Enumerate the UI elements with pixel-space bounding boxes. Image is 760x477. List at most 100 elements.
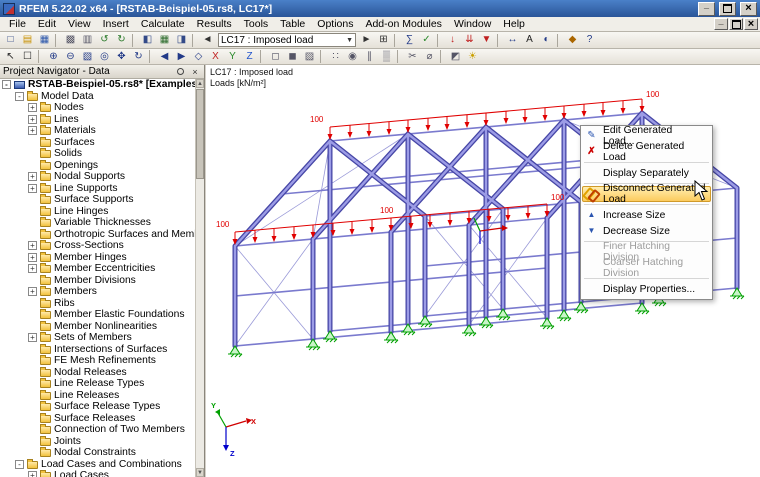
tree-item[interactable]: Connection of Two Members xyxy=(0,424,195,436)
context-menu-item-disconnect-generated-load[interactable]: Disconnect Generated Load xyxy=(582,186,711,202)
mdi-minimize-button[interactable] xyxy=(714,18,728,30)
navigator-scrollbar[interactable]: ▲ ▼ xyxy=(195,79,204,477)
edit-mode-icon[interactable]: ↖ xyxy=(2,49,19,64)
context-menu-item-display-separately[interactable]: Display Separately xyxy=(582,165,711,181)
tree-expander[interactable] xyxy=(28,218,37,227)
tree-item[interactable]: Ribs xyxy=(0,298,195,310)
tree-item[interactable]: + Nodes xyxy=(0,102,195,114)
menu-item[interactable]: Options xyxy=(311,17,359,31)
toolbar-separator[interactable] xyxy=(397,50,402,63)
tree-expander[interactable] xyxy=(28,230,37,239)
tree-expander[interactable]: + xyxy=(28,253,37,262)
background-icon[interactable]: ▒ xyxy=(378,49,395,64)
tree-item[interactable]: + Sets of Members xyxy=(0,332,195,344)
pin-icon[interactable] xyxy=(174,66,186,77)
toolbar-separator[interactable] xyxy=(149,50,154,63)
menu-item[interactable]: View xyxy=(62,17,97,31)
context-menu-item-display-properties[interactable]: Display Properties... xyxy=(582,281,711,297)
minimize-button[interactable] xyxy=(698,2,715,16)
tree-expander[interactable]: + xyxy=(28,241,37,250)
surface-load-icon[interactable]: ▼ xyxy=(478,33,495,48)
isometric-view-icon[interactable]: ◇ xyxy=(190,49,207,64)
print-icon[interactable]: ▩ xyxy=(62,33,79,48)
render-icon[interactable]: ◩ xyxy=(447,49,464,64)
tree-expander[interactable] xyxy=(28,207,37,216)
context-menu-item-increase-size[interactable]: Increase Size xyxy=(582,207,711,223)
tree-expander[interactable] xyxy=(28,425,37,434)
previous-view-icon[interactable]: ◀ xyxy=(156,49,173,64)
help-icon[interactable]: ? xyxy=(581,33,598,48)
tree-expander[interactable]: + xyxy=(28,287,37,296)
tree-item[interactable]: Line Hinges xyxy=(0,206,195,218)
tree-item[interactable]: FE Mesh Refinements xyxy=(0,355,195,367)
visibility-icon[interactable]: ◐ xyxy=(538,33,555,48)
guidelines-icon[interactable]: ∥ xyxy=(361,49,378,64)
tree-expander[interactable] xyxy=(28,368,37,377)
panel-icon[interactable]: ◨ xyxy=(173,33,190,48)
tree-expander[interactable]: - xyxy=(15,92,24,101)
tree-expander[interactable] xyxy=(28,149,37,158)
tree-item[interactable]: Variable Thicknesses xyxy=(0,217,195,229)
tree-expander[interactable] xyxy=(28,299,37,308)
tree-item[interactable]: - RSTAB-Beispiel-05.rs8* [Examples] xyxy=(0,79,195,91)
view-z-icon[interactable]: Z xyxy=(241,49,258,64)
tree-item[interactable]: + Lines xyxy=(0,114,195,126)
new-file-icon[interactable]: □ xyxy=(2,33,19,48)
menu-item[interactable]: Insert xyxy=(97,17,135,31)
tree-expander[interactable] xyxy=(28,379,37,388)
scroll-down-icon[interactable]: ▼ xyxy=(196,468,204,477)
grid-icon[interactable]: ∷ xyxy=(327,49,344,64)
zoom-all-icon[interactable]: ◎ xyxy=(96,49,113,64)
tree-expander[interactable]: + xyxy=(28,172,37,181)
toolbar-separator[interactable] xyxy=(497,34,502,47)
project-navigator-icon[interactable]: ◧ xyxy=(139,33,156,48)
snap-icon[interactable]: ◉ xyxy=(344,49,361,64)
tree-item[interactable]: + Cross-Sections xyxy=(0,240,195,252)
tree-item[interactable]: Line Releases xyxy=(0,390,195,402)
tree-expander[interactable]: - xyxy=(15,460,24,469)
tree-item[interactable]: Member Divisions xyxy=(0,275,195,287)
scrollbar-thumb[interactable] xyxy=(196,89,204,179)
tree-expander[interactable] xyxy=(28,356,37,365)
member-load-icon[interactable]: ⇊ xyxy=(461,33,478,48)
undo-icon[interactable]: ↺ xyxy=(96,33,113,48)
toolbar-separator[interactable] xyxy=(260,50,265,63)
lighting-icon[interactable]: ☀ xyxy=(464,49,481,64)
toolbar-separator[interactable] xyxy=(192,34,197,47)
tree-expander[interactable] xyxy=(28,414,37,423)
tree-item[interactable]: - Load Cases and Combinations xyxy=(0,459,195,471)
load-case-next-icon[interactable]: ► xyxy=(358,33,375,48)
tree-expander[interactable] xyxy=(28,310,37,319)
tree-expander[interactable]: + xyxy=(28,264,37,273)
tree-item[interactable]: Surface Releases xyxy=(0,413,195,425)
redo-icon[interactable]: ↻ xyxy=(113,33,130,48)
menu-item[interactable]: Add-on Modules xyxy=(359,17,447,31)
solid-model-icon[interactable]: ◼ xyxy=(284,49,301,64)
tree-expander[interactable] xyxy=(28,138,37,147)
menu-item[interactable]: Window xyxy=(448,17,497,31)
menu-item[interactable]: Results xyxy=(191,17,238,31)
panel-close-icon[interactable]: × xyxy=(189,66,201,77)
measure-icon[interactable]: ⌀ xyxy=(421,49,438,64)
tree-expander[interactable]: + xyxy=(28,333,37,342)
toolbar-separator[interactable] xyxy=(55,34,60,47)
tree-expander[interactable]: + xyxy=(28,126,37,135)
toolbar-separator[interactable] xyxy=(557,34,562,47)
tree-expander[interactable] xyxy=(28,345,37,354)
tree-item[interactable]: Nodal Constraints xyxy=(0,447,195,459)
zoom-window-icon[interactable]: ▧ xyxy=(79,49,96,64)
tree-item[interactable]: Surface Release Types xyxy=(0,401,195,413)
toolbar-separator[interactable] xyxy=(38,50,43,63)
tree-item[interactable]: Intersections of Surfaces xyxy=(0,344,195,356)
toolbar-separator[interactable] xyxy=(132,34,137,47)
toolbar-separator[interactable] xyxy=(394,34,399,47)
tree-expander[interactable] xyxy=(28,391,37,400)
view-x-icon[interactable]: X xyxy=(207,49,224,64)
rotate-view-icon[interactable]: ↻ xyxy=(130,49,147,64)
zoom-out-icon[interactable]: ⊖ xyxy=(62,49,79,64)
tree-expander[interactable] xyxy=(28,448,37,457)
toolbar-separator[interactable] xyxy=(440,50,445,63)
tree-item[interactable]: Nodal Releases xyxy=(0,367,195,379)
toolbar-separator[interactable] xyxy=(320,50,325,63)
tree-item[interactable]: Orthotropic Surfaces and Membra xyxy=(0,229,195,241)
